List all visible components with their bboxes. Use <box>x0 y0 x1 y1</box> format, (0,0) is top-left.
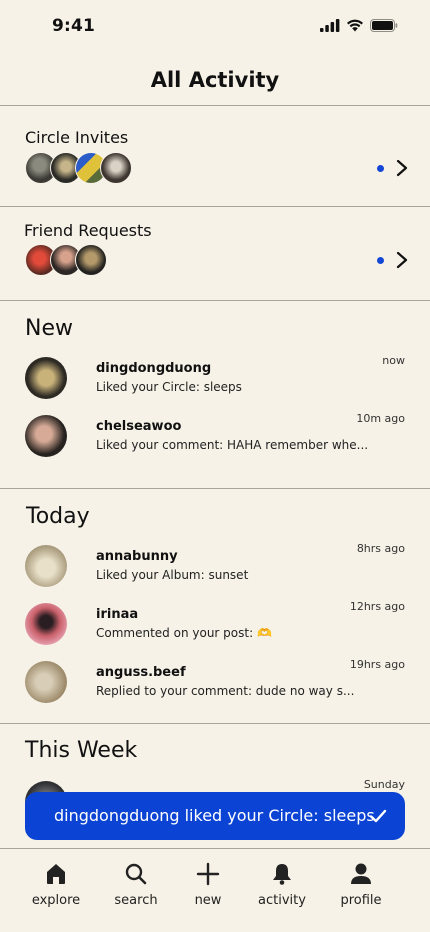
chevron-right-icon[interactable] <box>395 159 409 177</box>
toast-notification[interactable]: dingdongduong liked your Circle: sleeps <box>25 792 405 840</box>
divider <box>0 723 430 724</box>
avatar[interactable] <box>25 603 67 645</box>
tab-label: new <box>194 893 222 908</box>
avatar[interactable] <box>25 661 67 703</box>
search-icon <box>125 863 147 885</box>
activity-item[interactable]: annabunny Liked your Album: sunset 8hrs … <box>0 538 430 596</box>
status-icons <box>320 19 398 32</box>
bell-icon <box>273 864 291 885</box>
tab-profile[interactable]: profile <box>326 861 396 908</box>
avatar[interactable] <box>25 357 67 399</box>
activity-text: Liked your Album: sunset <box>96 568 249 582</box>
activity-username[interactable]: dingdongduong <box>96 361 211 376</box>
tab-label: profile <box>340 893 382 908</box>
section-title-this-week: This Week <box>25 738 138 763</box>
activity-username[interactable]: chelseawoo <box>96 419 181 434</box>
activity-username[interactable]: annabunny <box>96 549 178 564</box>
friend-requests-label: Friend Requests <box>24 221 152 240</box>
circle-invites-label: Circle Invites <box>25 128 129 147</box>
chevron-right-icon[interactable] <box>395 251 409 269</box>
friend-requests-row[interactable]: Friend Requests <box>0 207 430 300</box>
status-time: 9:41 <box>52 16 96 36</box>
avatar[interactable] <box>25 545 67 587</box>
activity-time: 19hrs ago <box>349 658 405 671</box>
activity-item[interactable]: anguss.beef Replied to your comment: dud… <box>0 654 430 712</box>
activity-text: Commented on your post: 🫶 <box>96 626 272 640</box>
page-title: All Activity <box>150 68 280 92</box>
activity-time: now <box>382 354 405 367</box>
activity-username[interactable]: anguss.beef <box>96 665 186 680</box>
battery-icon <box>370 19 398 32</box>
activity-item[interactable]: chelseawoo Liked your comment: HAHA reme… <box>0 408 430 466</box>
activity-time: 10m ago <box>356 412 405 425</box>
activity-username[interactable]: irinaa <box>96 607 138 622</box>
tab-bar: explore search new activity profile <box>0 848 430 932</box>
checkmark-icon <box>369 809 387 823</box>
tab-new[interactable]: new <box>173 861 243 908</box>
activity-item[interactable]: irinaa Commented on your post: 🫶 12hrs a… <box>0 596 430 654</box>
activity-time: Sunday <box>363 778 405 791</box>
avatar[interactable] <box>25 415 67 457</box>
circle-invites-row[interactable]: Circle Invites <box>0 106 430 206</box>
section-title-today: Today <box>26 504 90 529</box>
avatar <box>75 244 107 276</box>
section-title-new: New <box>25 316 73 341</box>
unread-dot <box>377 165 384 172</box>
tab-explore[interactable]: explore <box>21 861 91 908</box>
tab-label: activity <box>258 893 306 908</box>
toast-text: dingdongduong liked your Circle: sleeps <box>54 806 375 825</box>
unread-dot <box>377 257 384 264</box>
avatar <box>100 152 132 184</box>
activity-text: Replied to your comment: dude no way s..… <box>96 684 355 698</box>
plus-icon <box>196 862 220 886</box>
home-icon <box>47 864 65 884</box>
activity-time: 12hrs ago <box>349 600 405 613</box>
divider <box>0 488 430 489</box>
person-icon <box>351 863 371 884</box>
tab-label: explore <box>31 893 81 908</box>
tab-label: search <box>114 893 158 908</box>
activity-text: Liked your Circle: sleeps <box>96 380 242 394</box>
activity-text: Liked your comment: HAHA remember whe... <box>96 438 369 452</box>
tab-search[interactable]: search <box>101 861 171 908</box>
signal-icon <box>320 19 340 32</box>
wifi-icon <box>347 19 363 32</box>
activity-time: 8hrs ago <box>356 542 405 555</box>
status-bar: 9:41 <box>0 0 430 54</box>
tab-activity[interactable]: activity <box>247 861 317 908</box>
activity-item[interactable]: dingdongduong Liked your Circle: sleeps … <box>0 350 430 408</box>
divider <box>0 300 430 301</box>
